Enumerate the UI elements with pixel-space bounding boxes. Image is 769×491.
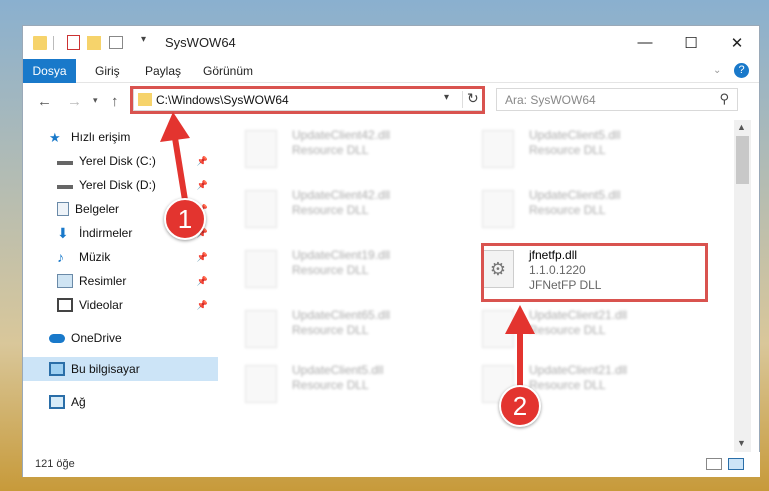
arrow-2-head xyxy=(505,305,535,334)
annotation-arrows xyxy=(160,112,535,390)
step-badge-1: 1 xyxy=(164,198,206,240)
step-badge-2: 2 xyxy=(499,385,541,427)
arrow-1-line xyxy=(172,137,188,201)
arrow-1-head xyxy=(160,112,190,142)
